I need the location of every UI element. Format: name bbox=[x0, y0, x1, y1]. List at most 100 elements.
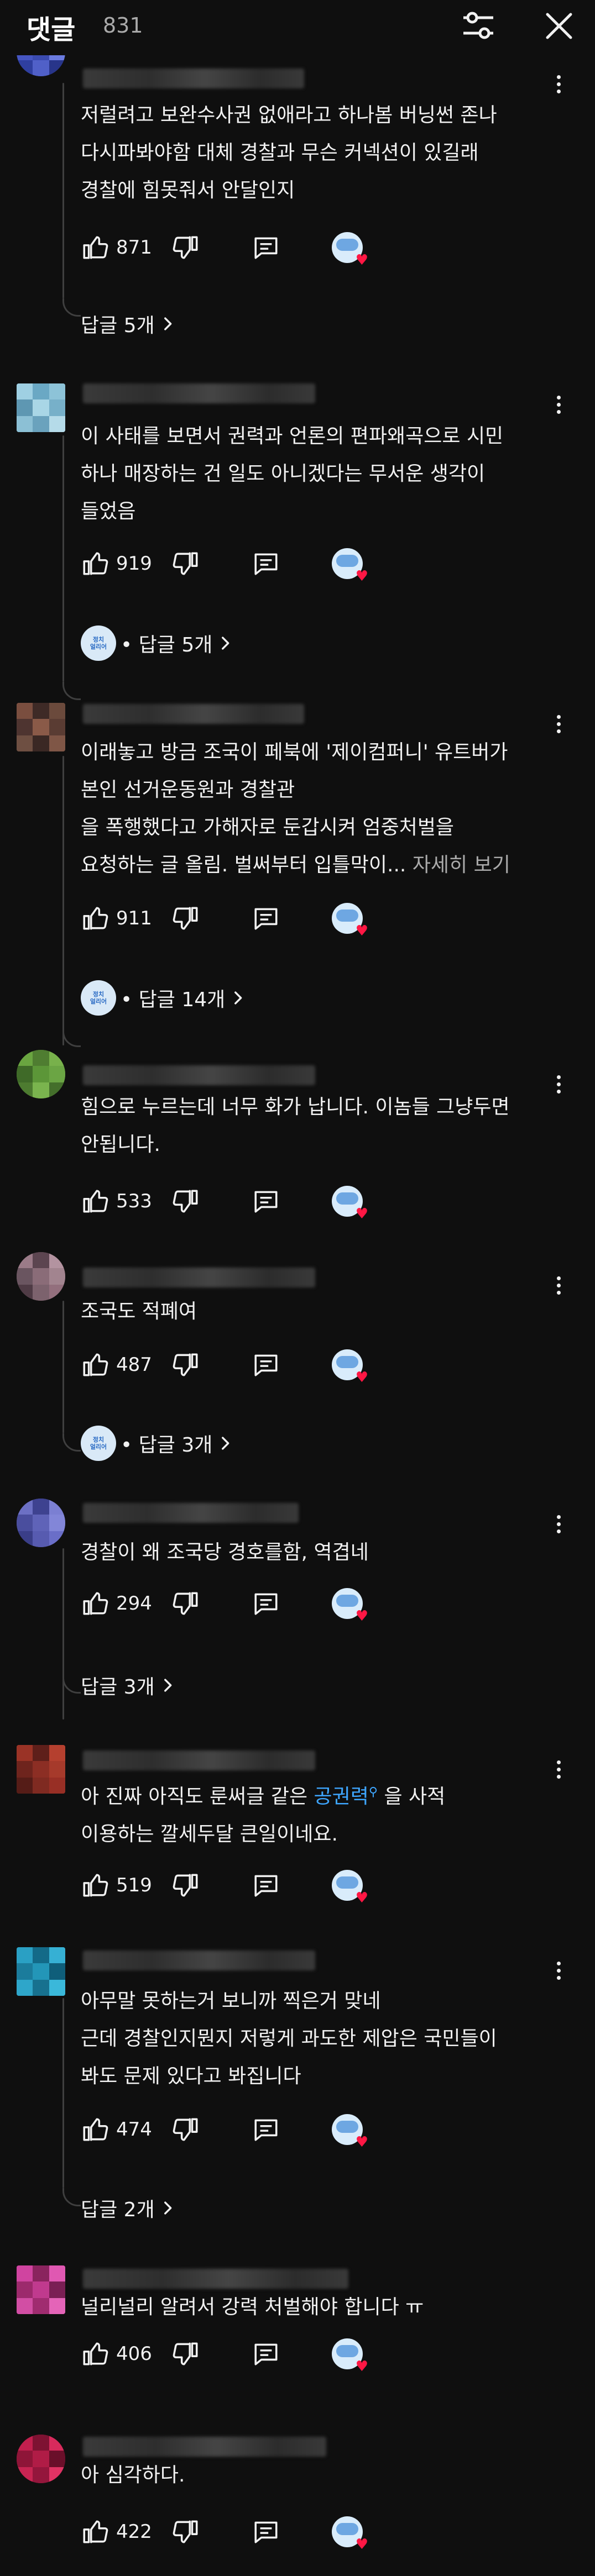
like-button[interactable]: 294 bbox=[81, 1587, 152, 1620]
thread-line bbox=[62, 435, 64, 682]
more-options-icon[interactable] bbox=[552, 1512, 565, 1543]
dislike-button[interactable] bbox=[173, 2337, 200, 2370]
avatar[interactable] bbox=[17, 383, 65, 432]
like-count: 533 bbox=[116, 1190, 152, 1212]
like-button[interactable]: 487 bbox=[81, 1348, 152, 1381]
more-options-icon[interactable] bbox=[552, 1273, 565, 1304]
author-name[interactable] bbox=[83, 1065, 315, 1085]
close-icon[interactable] bbox=[540, 7, 578, 45]
author-name[interactable] bbox=[83, 383, 315, 403]
comment-actions: 422 ♥ bbox=[81, 2515, 523, 2552]
dislike-button[interactable] bbox=[173, 902, 200, 935]
like-count: 871 bbox=[116, 236, 152, 259]
like-button[interactable]: 533 bbox=[81, 1185, 152, 1218]
chevron-right-icon bbox=[216, 634, 234, 653]
more-options-icon[interactable] bbox=[552, 1072, 565, 1103]
like-button[interactable]: 474 bbox=[81, 2113, 152, 2146]
creator-heart-badge: ♥ bbox=[332, 231, 368, 267]
like-icon bbox=[81, 1187, 108, 1215]
view-replies-link[interactable]: 정치 얼리어 • 답글 14개 bbox=[81, 980, 247, 1016]
author-name[interactable] bbox=[83, 1503, 299, 1523]
author-name[interactable] bbox=[83, 1268, 315, 1287]
like-count: 422 bbox=[116, 2521, 152, 2543]
filter-icon[interactable] bbox=[459, 7, 498, 45]
author-name[interactable] bbox=[83, 2437, 326, 2457]
reply-button[interactable] bbox=[252, 1869, 280, 1902]
avatar[interactable] bbox=[17, 2435, 65, 2483]
comment-thread: 아 심각하다. 422 ♥ bbox=[0, 2420, 595, 2576]
avatar[interactable] bbox=[17, 1252, 65, 1301]
reply-icon bbox=[252, 1187, 280, 1215]
dislike-button[interactable] bbox=[173, 1348, 200, 1381]
reply-button[interactable] bbox=[252, 2337, 280, 2370]
like-button[interactable]: 422 bbox=[81, 2515, 152, 2548]
comment-actions: 519 ♥ bbox=[81, 1869, 523, 1905]
author-name[interactable] bbox=[83, 1750, 315, 1770]
channel-heart-icon: ♥ bbox=[332, 2516, 368, 2552]
dislike-button[interactable] bbox=[173, 2515, 200, 2548]
view-replies-link[interactable]: 정치 얼리어 • 답글 3개 bbox=[81, 1426, 234, 1461]
author-name[interactable] bbox=[83, 1951, 315, 1970]
like-button[interactable]: 911 bbox=[81, 902, 152, 935]
like-icon bbox=[81, 1871, 108, 1899]
search-link[interactable]: 공권력 bbox=[314, 1785, 369, 1808]
like-icon bbox=[81, 2116, 108, 2143]
reply-icon bbox=[252, 2116, 280, 2143]
reply-button[interactable] bbox=[252, 1587, 280, 1620]
more-options-icon[interactable] bbox=[552, 72, 565, 103]
more-options-icon[interactable] bbox=[552, 712, 565, 743]
reply-icon bbox=[252, 550, 280, 577]
reply-button[interactable] bbox=[252, 1185, 280, 1218]
dislike-button[interactable] bbox=[173, 547, 200, 580]
reply-button[interactable] bbox=[252, 902, 280, 935]
search-icon[interactable]: ⚲ bbox=[369, 1785, 378, 1799]
author-name[interactable] bbox=[83, 69, 304, 88]
more-options-icon[interactable] bbox=[552, 1958, 565, 1989]
reply-button[interactable] bbox=[252, 2113, 280, 2146]
dislike-button[interactable] bbox=[173, 1869, 200, 1902]
view-replies-link[interactable]: 답글 2개 bbox=[81, 2194, 177, 2222]
reply-button[interactable] bbox=[252, 547, 280, 580]
dislike-button[interactable] bbox=[173, 1185, 200, 1218]
channel-heart-icon: ♥ bbox=[332, 1349, 368, 1385]
creator-heart-badge: ♥ bbox=[332, 2515, 368, 2552]
reply-icon bbox=[252, 905, 280, 932]
view-replies-link[interactable]: 답글 5개 bbox=[81, 309, 177, 338]
like-button[interactable]: 406 bbox=[81, 2337, 152, 2370]
creator-heart-badge: ♥ bbox=[332, 1185, 368, 1221]
reply-button[interactable] bbox=[252, 231, 280, 264]
comment-actions: 871 ♥ bbox=[81, 231, 523, 267]
thread-curve bbox=[62, 1433, 81, 1452]
creator-heart-badge: ♥ bbox=[332, 2337, 368, 2374]
avatar[interactable] bbox=[17, 2265, 65, 2314]
reply-button[interactable] bbox=[252, 1348, 280, 1381]
author-name[interactable] bbox=[83, 2269, 348, 2289]
comment-text: 저럴려고 보완수사권 없애라고 하나봄 버닝썬 존나 다시파봐야함 대체 경찰과… bbox=[81, 104, 497, 202]
more-options-icon[interactable] bbox=[552, 1757, 565, 1788]
like-button[interactable]: 871 bbox=[81, 231, 152, 264]
dislike-button[interactable] bbox=[173, 2113, 200, 2146]
like-button[interactable]: 519 bbox=[81, 1869, 152, 1902]
avatar[interactable] bbox=[17, 703, 65, 751]
thread-line bbox=[62, 1301, 64, 1433]
dislike-icon bbox=[173, 2116, 200, 2143]
reply-icon bbox=[252, 1351, 280, 1379]
avatar[interactable] bbox=[17, 1745, 65, 1794]
author-name[interactable] bbox=[83, 704, 304, 724]
comment-text: 이래놓고 방금 조국이 페북에 '제이컴퍼니' 유트버가 본인 선거운동원과 경… bbox=[81, 741, 510, 876]
comment-text: 아 심각하다. bbox=[81, 2464, 185, 2486]
chevron-right-icon bbox=[228, 989, 247, 1007]
avatar[interactable] bbox=[17, 1947, 65, 1996]
read-more-link[interactable]: 자세히 보기 bbox=[413, 854, 510, 876]
view-replies-link[interactable]: 답글 3개 bbox=[81, 1671, 177, 1700]
avatar[interactable] bbox=[17, 1499, 65, 1547]
like-button[interactable]: 919 bbox=[81, 547, 152, 580]
dislike-button[interactable] bbox=[173, 231, 200, 264]
reply-button[interactable] bbox=[252, 2515, 280, 2548]
channel-heart-icon: ♥ bbox=[332, 903, 368, 938]
dislike-button[interactable] bbox=[173, 1587, 200, 1620]
more-options-icon[interactable] bbox=[552, 392, 565, 423]
view-replies-link[interactable]: 정치 얼리어 • 답글 5개 bbox=[81, 625, 234, 661]
comment-thread: 아무말 못하는거 보니까 찍은거 맞네 근데 경찰인지뭔지 저렇게 과도한 제압… bbox=[0, 1934, 595, 2243]
avatar[interactable] bbox=[17, 1050, 65, 1098]
